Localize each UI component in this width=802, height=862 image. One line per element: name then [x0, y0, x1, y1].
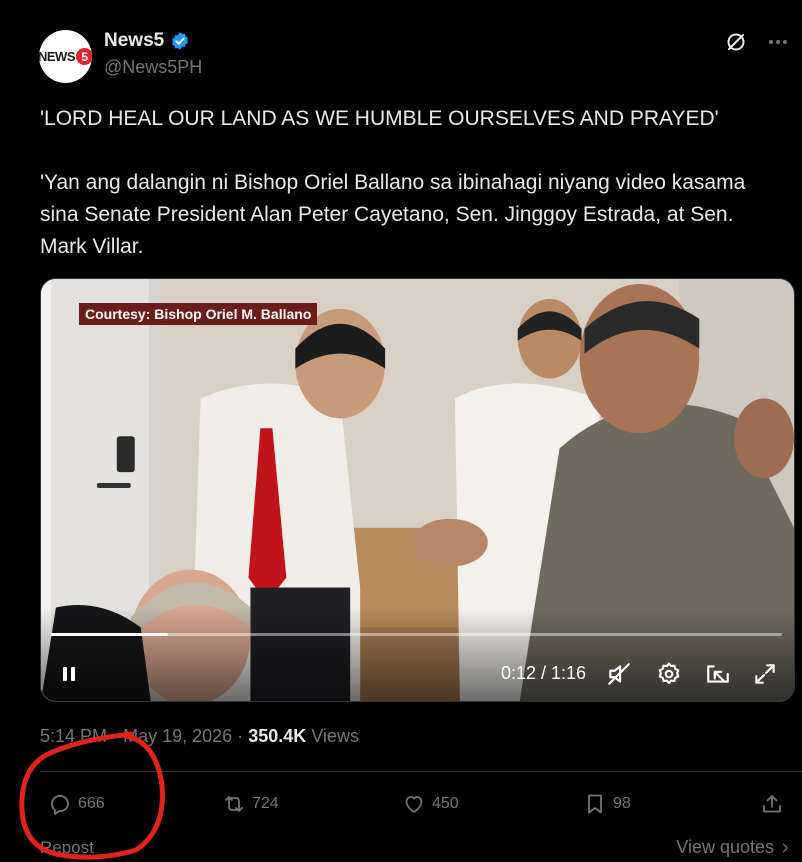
share-button[interactable] — [760, 789, 784, 819]
tweet-date[interactable]: May 19, 2026 — [123, 726, 232, 746]
expand-icon[interactable] — [752, 661, 778, 687]
repost-count: 724 — [252, 795, 279, 812]
views-label: Views — [311, 726, 359, 746]
pause-icon[interactable] — [59, 664, 79, 684]
video-progress-bar[interactable] — [51, 633, 782, 636]
divider — [40, 771, 802, 772]
author-handle[interactable]: @News5PH — [104, 57, 202, 78]
repost-button[interactable]: 724 — [222, 789, 279, 819]
repost-icon — [225, 796, 243, 812]
reply-icon — [51, 795, 69, 815]
video-player[interactable]: Courtesy: Bishop Oriel M. Ballano 0:12 /… — [40, 278, 795, 702]
author-display-name[interactable]: News5 — [104, 30, 164, 52]
avatar[interactable]: NEWS 5 — [39, 30, 92, 83]
avatar-logo: NEWS 5 — [39, 48, 92, 65]
tweet-action-bar: 666 724 450 98 — [40, 789, 790, 821]
video-controls: 0:12 / 1:16 — [41, 654, 794, 694]
video-courtesy-caption: Courtesy: Bishop Oriel M. Ballano — [79, 303, 318, 325]
settings-icon[interactable] — [656, 661, 682, 687]
like-button[interactable]: 450 — [402, 789, 459, 819]
share-icon — [763, 795, 781, 813]
grok-icon[interactable] — [724, 30, 748, 54]
view-quotes-label: View quotes — [676, 837, 774, 857]
bookmark-count: 98 — [613, 795, 631, 812]
author-name-row: News5 — [104, 30, 190, 52]
bookmark-icon — [588, 794, 602, 814]
meta-separator: · — [237, 726, 244, 746]
tweet-meta: 5:14 PM · May 19, 2026 · 350.4K Views — [40, 726, 359, 747]
video-frame-image — [41, 279, 794, 701]
video-time: 0:12 / 1:16 — [501, 663, 587, 683]
reply-button[interactable]: 666 — [48, 789, 105, 819]
bookmark-button[interactable]: 98 — [583, 789, 631, 819]
tweet-text: 'LORD HEAL OUR LAND AS WE HUMBLE OURSELV… — [40, 107, 746, 258]
views-count: 350.4K — [248, 726, 307, 746]
picture-in-picture-icon[interactable] — [705, 661, 731, 687]
like-count: 450 — [432, 795, 459, 812]
avatar-logo-text: NEWS — [39, 49, 76, 64]
tweet-footer: Repost View quotes — [40, 835, 802, 862]
meta-separator: · — [112, 726, 119, 746]
chevron-right-icon — [782, 842, 788, 853]
view-quotes-link[interactable]: View quotes — [676, 837, 792, 858]
reply-count: 666 — [78, 795, 105, 812]
more-icon[interactable] — [766, 30, 790, 54]
verified-badge-icon — [172, 32, 189, 50]
repost-label[interactable]: Repost — [40, 838, 94, 858]
avatar-logo-number: 5 — [76, 48, 92, 65]
mute-icon[interactable] — [606, 661, 632, 687]
like-icon — [405, 796, 423, 813]
tweet-time[interactable]: 5:14 PM — [40, 726, 107, 746]
video-progress-fill — [51, 633, 168, 636]
top-actions — [724, 30, 790, 54]
